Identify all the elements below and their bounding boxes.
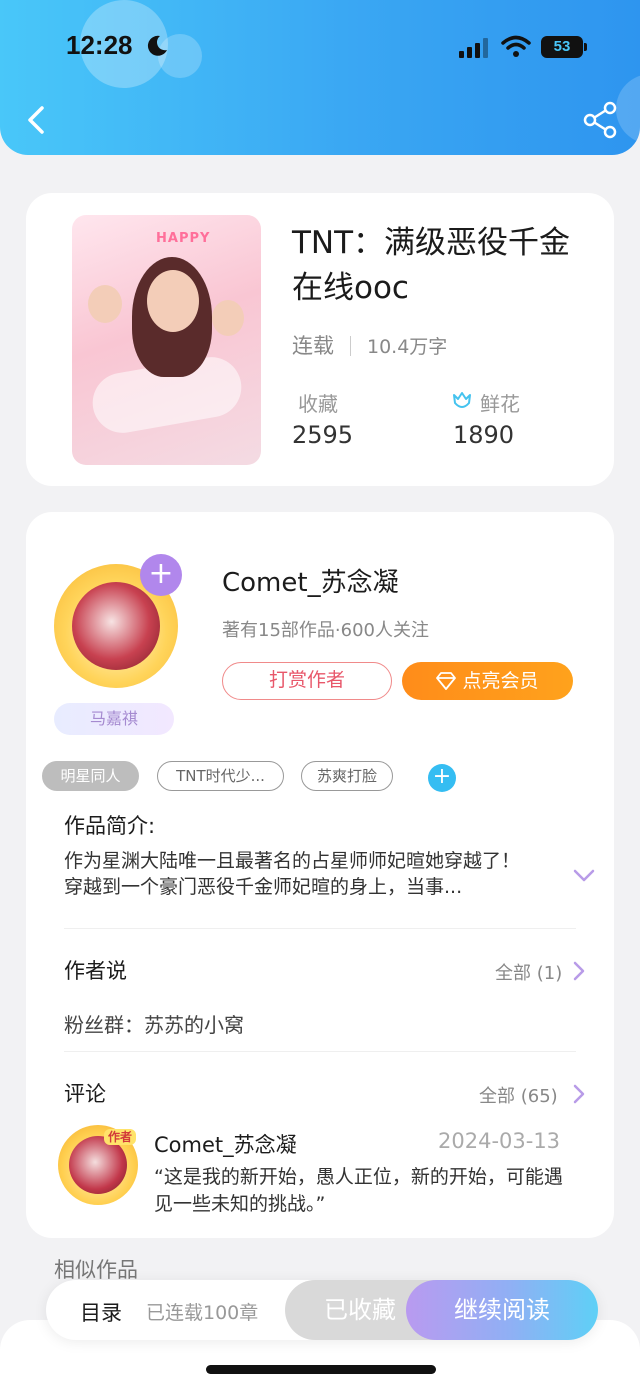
follow-author-button[interactable]: + xyxy=(140,554,182,596)
author-says-all-link[interactable]: 全部 (1) xyxy=(495,959,562,985)
comment-author-name[interactable]: Comet_苏念凝 xyxy=(154,1129,297,1159)
comments-title: 评论 xyxy=(64,1082,106,1106)
battery-tip xyxy=(584,43,587,51)
intro-text[interactable]: 作为星渊大陆唯一且最著名的占星师师妃暄她穿越了！穿越到一个豪门恶役千金师妃暄的身… xyxy=(64,848,524,900)
chapter-count: 已连载100章 xyxy=(146,1302,259,1324)
meta-divider xyxy=(350,336,351,356)
flowers-label: 鲜花 xyxy=(480,392,520,416)
cover-figure xyxy=(212,300,244,336)
book-cover-image[interactable]: HAPPY xyxy=(72,215,261,465)
cover-figure xyxy=(147,270,199,332)
top-header xyxy=(0,0,640,155)
fan-tag-badge: 马嘉祺 xyxy=(54,703,174,735)
status-time: 12:28 xyxy=(66,30,133,60)
book-info-card: HAPPY TNT：满级恶役千金在线ooc 连载 10.4万字 收藏 2595 鲜… xyxy=(26,193,614,486)
book-word-count: 10.4万字 xyxy=(367,336,448,358)
author-avatar[interactable] xyxy=(72,582,160,670)
vip-button-label: 点亮会员 xyxy=(462,670,539,692)
author-meta: 著有15部作品·600人关注 xyxy=(222,620,429,641)
wifi-icon xyxy=(501,35,531,57)
tag-item[interactable]: TNT时代少... xyxy=(157,761,284,791)
home-indicator xyxy=(206,1365,436,1374)
moon-icon xyxy=(147,35,167,56)
divider xyxy=(64,928,576,929)
favorites-value: 2595 xyxy=(292,421,354,449)
flower-icon xyxy=(453,392,471,408)
author-says-text: 粉丝群：苏苏的小窝 xyxy=(64,1013,244,1037)
author-name[interactable]: Comet_苏念凝 xyxy=(222,562,399,599)
tag-item[interactable]: 明星同人 xyxy=(42,761,139,791)
chevron-right-icon[interactable] xyxy=(572,960,586,982)
chevron-down-icon[interactable] xyxy=(572,868,596,884)
chevron-right-icon[interactable] xyxy=(572,1083,586,1105)
continue-reading-button[interactable]: 继续阅读 xyxy=(406,1280,598,1340)
book-status: 连载 xyxy=(292,334,334,358)
intro-title: 作品简介: xyxy=(64,814,156,838)
cellular-signal-icon xyxy=(459,38,488,58)
book-meta: 连载 10.4万字 xyxy=(292,330,447,360)
vip-button[interactable]: 点亮会员 xyxy=(402,662,573,700)
cover-text: HAPPY xyxy=(156,231,211,246)
author-card: + 马嘉祺 Comet_苏念凝 著有15部作品·600人关注 打赏作者 点亮会员… xyxy=(26,512,614,1238)
battery-indicator: 53 xyxy=(541,36,583,58)
diamond-icon xyxy=(436,672,457,690)
toc-button[interactable]: 目录 xyxy=(80,1297,122,1327)
flowers-value: 1890 xyxy=(453,421,515,449)
back-button[interactable] xyxy=(20,100,60,140)
favorites-label: 收藏 xyxy=(298,392,338,416)
comment-date: 2024-03-13 xyxy=(438,1129,561,1153)
tag-item[interactable]: 苏爽打脸 xyxy=(301,761,393,791)
divider xyxy=(64,1051,576,1052)
reward-author-button[interactable]: 打赏作者 xyxy=(222,662,392,700)
comment-text[interactable]: “这是我的新开始，愚人正位，新的开始，可能遇见一些未知的挑战。” xyxy=(154,1164,574,1218)
share-button[interactable] xyxy=(580,100,620,140)
add-tag-button[interactable]: + xyxy=(428,764,456,792)
cover-figure xyxy=(88,285,122,323)
comments-all-link[interactable]: 全部 (65) xyxy=(479,1082,558,1108)
book-title: TNT：满级恶役千金在线ooc xyxy=(292,225,571,306)
author-badge: 作者 xyxy=(104,1129,137,1145)
author-says-title: 作者说 xyxy=(64,959,127,983)
